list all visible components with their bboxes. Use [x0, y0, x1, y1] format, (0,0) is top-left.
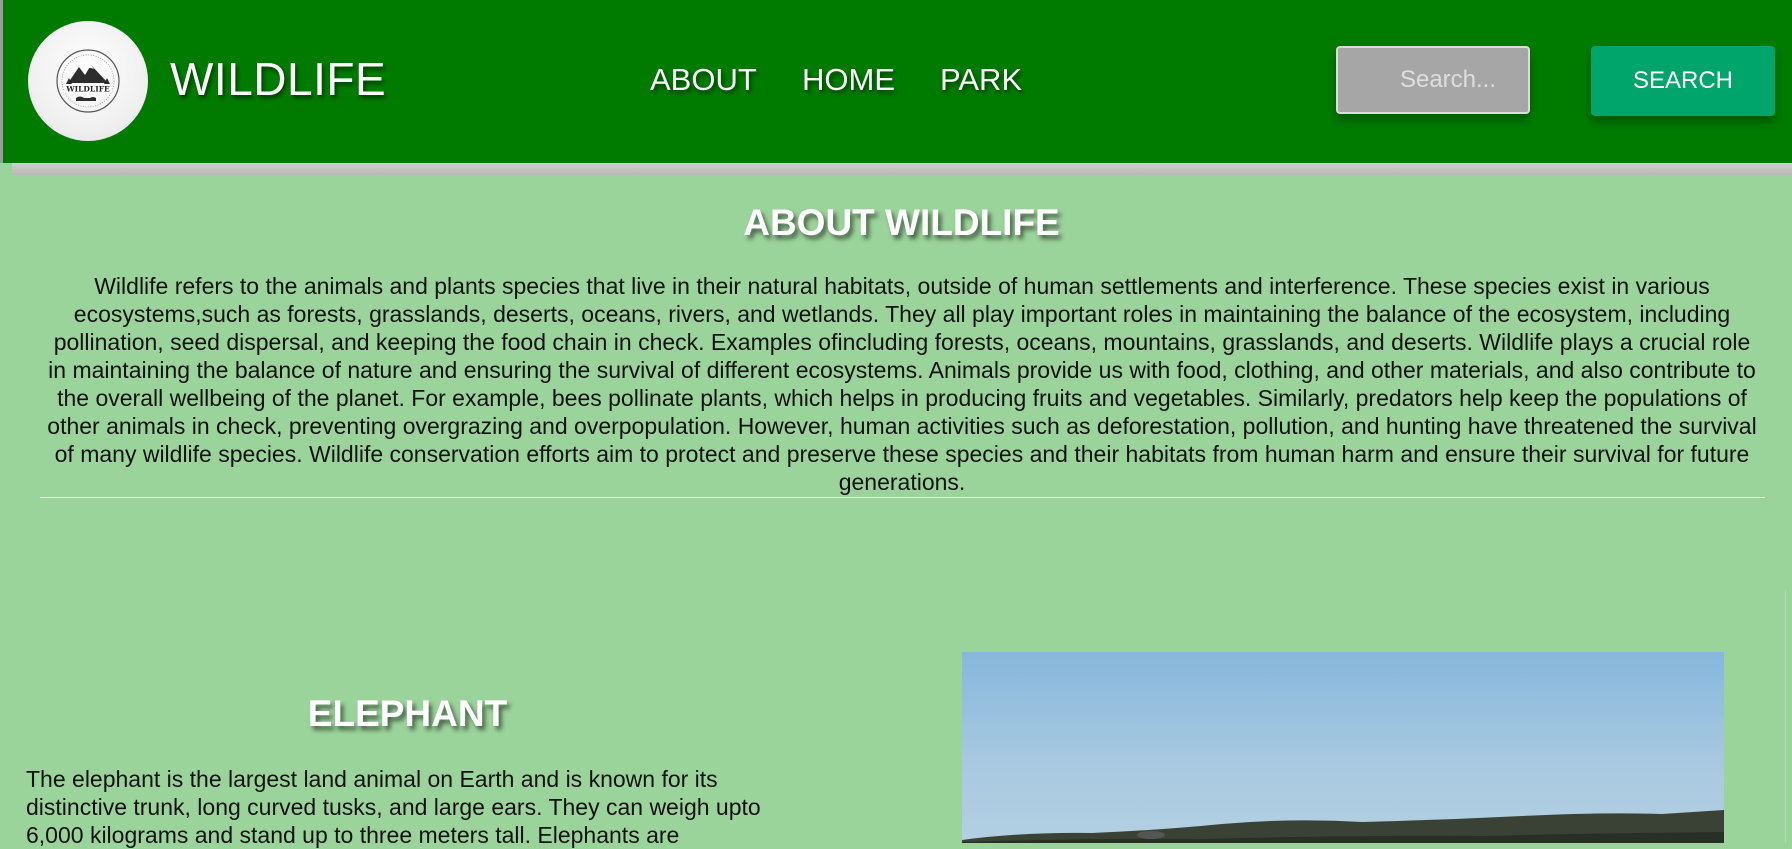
savanna-landscape-image [962, 810, 1724, 843]
elephant-paragraph: The elephant is the largest land animal … [26, 766, 761, 848]
nav-home-link[interactable]: HOME [802, 62, 895, 98]
section-divider [40, 497, 1765, 498]
header-shadow-bar [12, 163, 1792, 175]
about-title: ABOUT WILDLIFE [743, 202, 1060, 243]
site-brand[interactable]: WILDLIFE [170, 52, 386, 106]
elephant-title: ELEPHANT [307, 693, 508, 734]
elephant-photo [962, 652, 1724, 843]
mountain-bear-badge-icon: WILDLIFE [56, 49, 120, 113]
search-input[interactable] [1336, 46, 1530, 114]
scrollbar-track[interactable] [1785, 590, 1792, 843]
about-paragraph: Wildlife refers to the animals and plant… [47, 273, 1757, 495]
nav-about-link[interactable]: ABOUT [650, 62, 757, 98]
logo-wordmark: WILDLIFE [65, 85, 110, 94]
logo[interactable]: WILDLIFE [28, 21, 148, 141]
search-button[interactable]: SEARCH [1591, 46, 1775, 116]
nav-park-link[interactable]: PARK [940, 62, 1022, 98]
site-header: WILDLIFE WILDLIFE ABOUT HOME PARK SEARCH [0, 0, 1792, 163]
